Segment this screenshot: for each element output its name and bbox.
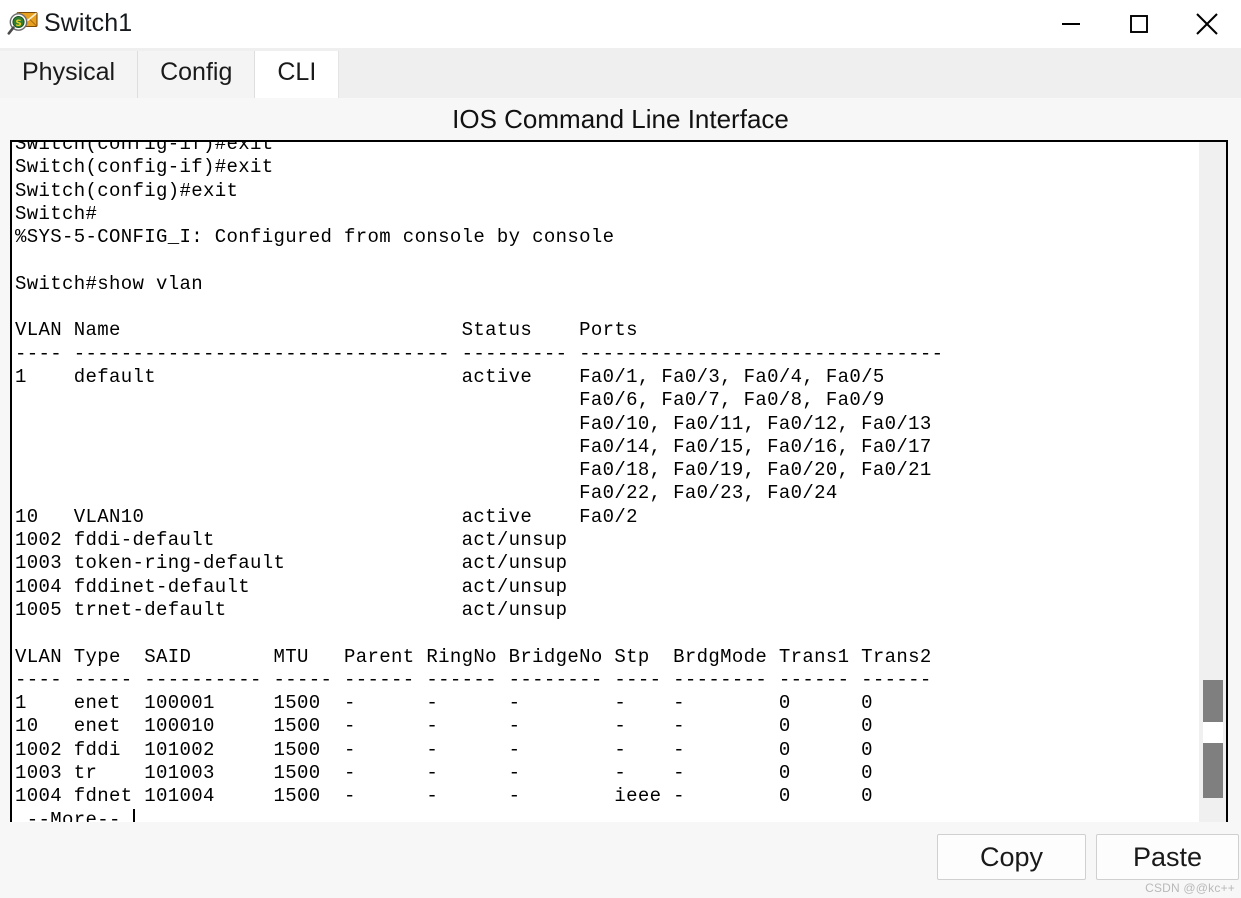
maximize-button[interactable] bbox=[1105, 0, 1173, 48]
console-line: 1004 fddinet-default act/unsup bbox=[15, 575, 568, 598]
terminal-area: Switch(config-if)#exit Switch(config-if)#… bbox=[0, 140, 1241, 829]
paste-button-label: Paste bbox=[1132, 841, 1203, 872]
tab-cli-label: CLI bbox=[277, 58, 317, 86]
cli-header-title: IOS Command Line Interface bbox=[452, 103, 789, 134]
console-line: Fa0/22, Fa0/23, Fa0/24 bbox=[15, 482, 838, 505]
console-line: Switch#show vlan bbox=[15, 272, 204, 295]
console-line: Switch# bbox=[15, 202, 98, 225]
console-line: Fa0/10, Fa0/11, Fa0/12, Fa0/13 bbox=[15, 412, 932, 435]
console-line: VLAN Name Status Ports bbox=[15, 319, 638, 342]
console-line: ---- -------------------------------- --… bbox=[15, 342, 944, 365]
window-controls bbox=[1037, 0, 1241, 48]
cli-header: IOS Command Line Interface bbox=[0, 98, 1241, 140]
tab-physical-label: Physical bbox=[22, 58, 116, 86]
console-line: 1 default active Fa0/1, Fa0/3, Fa0/4, Fa… bbox=[15, 365, 885, 388]
tabbar-filler bbox=[339, 51, 1241, 98]
cli-bottom-bar: Copy Paste CSDN @@kc++ bbox=[0, 822, 1241, 898]
console-line: 1005 trnet-default act/unsup bbox=[15, 598, 568, 621]
console-line: 1003 tr 101003 1500 - - - - - 0 0 bbox=[15, 762, 873, 785]
console-line: VLAN Type SAID MTU Parent RingNo BridgeN… bbox=[15, 645, 932, 668]
minimize-button[interactable] bbox=[1037, 0, 1105, 48]
tab-config-label: Config bbox=[160, 58, 233, 86]
console-line: Fa0/18, Fa0/19, Fa0/20, Fa0/21 bbox=[15, 459, 932, 482]
svg-text:S: S bbox=[15, 19, 21, 29]
window-title: Switch1 bbox=[44, 8, 133, 37]
console-line: 1 enet 100001 1500 - - - - - 0 0 bbox=[15, 692, 873, 715]
console-line: ---- ----- ---------- ----- ------ -----… bbox=[15, 668, 932, 691]
paste-button[interactable]: Paste bbox=[1096, 834, 1239, 880]
switch-device-window: S Switch1 Physical Config CLI IOS Comman… bbox=[0, 0, 1241, 898]
packet-tracer-inspect-icon: S bbox=[6, 7, 40, 41]
vertical-scrollbar[interactable] bbox=[1198, 142, 1226, 827]
console-line: 1002 fddi-default act/unsup bbox=[15, 529, 568, 552]
device-tabbar: Physical Config CLI bbox=[0, 48, 1241, 98]
console-line: Fa0/14, Fa0/15, Fa0/16, Fa0/17 bbox=[15, 435, 932, 458]
console-output: Switch(config-if)#exit Switch(config-if)#… bbox=[15, 142, 943, 827]
console-line: %SYS-5-CONFIG_I: Configured from console… bbox=[15, 226, 615, 249]
console-text-viewport[interactable]: Switch(config-if)#exit Switch(config-if)#… bbox=[12, 142, 1198, 827]
console-line: 10 enet 100010 1500 - - - - - 0 0 bbox=[15, 715, 873, 738]
console-line: Fa0/6, Fa0/7, Fa0/8, Fa0/9 bbox=[15, 389, 885, 412]
console-line: 1002 fddi 101002 1500 - - - - - 0 0 bbox=[15, 738, 873, 761]
tab-physical[interactable]: Physical bbox=[0, 51, 139, 98]
close-icon bbox=[1196, 13, 1218, 35]
scrollbar-thumb-gap bbox=[1203, 722, 1223, 743]
ios-console[interactable]: Switch(config-if)#exit Switch(config-if)#… bbox=[10, 140, 1228, 829]
copy-button[interactable]: Copy bbox=[937, 834, 1086, 880]
console-line: Switch(config-if)#exit bbox=[15, 156, 274, 179]
tab-config[interactable]: Config bbox=[138, 51, 256, 98]
console-line: 1004 fdnet 101004 1500 - - - ieee - 0 0 bbox=[15, 785, 873, 808]
console-line: 10 VLAN10 active Fa0/2 bbox=[15, 505, 638, 528]
scrollbar-thumb[interactable] bbox=[1203, 680, 1223, 798]
console-line: 1003 token-ring-default act/unsup bbox=[15, 552, 568, 575]
close-button[interactable] bbox=[1173, 0, 1241, 48]
console-line-clipped: Switch(config-if)#exit bbox=[15, 142, 274, 155]
tab-cli[interactable]: CLI bbox=[255, 51, 340, 98]
watermark: CSDN @@kc++ bbox=[1145, 881, 1235, 895]
copy-button-label: Copy bbox=[979, 841, 1044, 872]
maximize-icon bbox=[1130, 15, 1148, 33]
minimize-icon bbox=[1062, 23, 1080, 25]
window-titlebar: S Switch1 bbox=[0, 0, 1241, 48]
console-line: Switch(config)#exit bbox=[15, 179, 239, 202]
